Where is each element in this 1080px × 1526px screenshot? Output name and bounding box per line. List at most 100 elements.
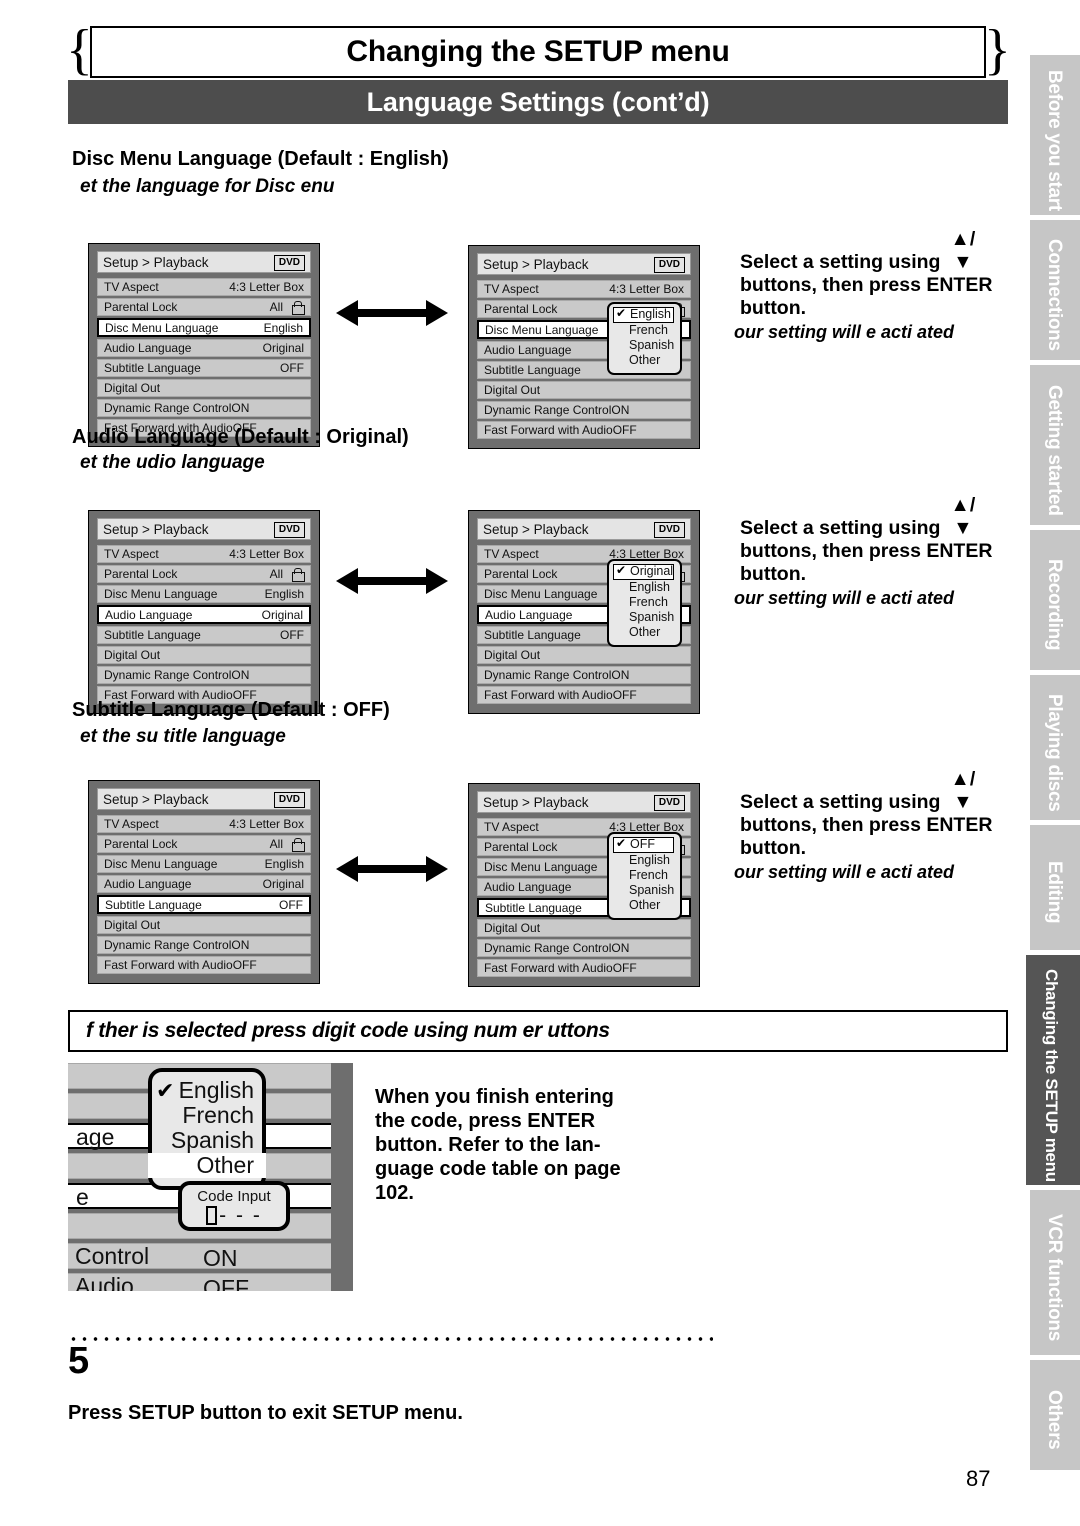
- tv-menu-row-dynamic-range-control[interactable]: Dynamic Range Control ON: [97, 399, 311, 417]
- tv-menu-row-digital-out[interactable]: Digital Out: [97, 916, 311, 934]
- row-label: Digital Out: [104, 648, 161, 662]
- code-input-cursor-box: [206, 1206, 218, 1225]
- instruction-line-2: buttons, then press ENTER button.: [740, 274, 993, 319]
- dropdown-option-spanish[interactable]: Spanish: [613, 610, 674, 625]
- tv-menu-row-subtitle-language[interactable]: Subtitle Language OFF: [97, 359, 311, 377]
- sidebar-item-getting-started[interactable]: Getting started: [1030, 365, 1080, 525]
- tv-menu-row-digital-out[interactable]: Digital Out: [97, 379, 311, 397]
- tv-menu-row-parental-lock[interactable]: Parental Lock All: [97, 835, 311, 853]
- right-brace-decoration: }: [984, 26, 1010, 78]
- sidebar-item-others[interactable]: Others: [1030, 1360, 1080, 1470]
- section-subheading-subtitle-language: et the su title language: [80, 726, 286, 747]
- dvd-badge: DVD: [653, 522, 685, 538]
- sidebar-item-changing-the-setup-menu[interactable]: Changing the SETUP menu: [1026, 955, 1080, 1185]
- tv-menu-row-tv-aspect[interactable]: TV Aspect 4:3 Letter Box: [97, 278, 311, 296]
- language-dropdown-disc[interactable]: English French Spanish Other: [607, 302, 683, 375]
- row-label: Dynamic Range Control: [104, 668, 232, 682]
- dropdown-option-spanish[interactable]: Spanish: [613, 883, 674, 898]
- language-dropdown-audio[interactable]: Original English French Spanish Other: [607, 559, 683, 647]
- tv-menu-row-fast-forward-with-audio[interactable]: Fast Forward with Audio OFF: [477, 959, 691, 977]
- instruction-text: Select a setting using: [740, 791, 941, 813]
- sidebar-item-recording[interactable]: Recording: [1030, 530, 1080, 670]
- tv-menu-row-disc-menu-language[interactable]: Disc Menu Language English: [97, 318, 311, 337]
- dropdown-option-english[interactable]: English: [613, 580, 674, 595]
- magnified-language-dropdown[interactable]: English French Spanish Other: [148, 1068, 266, 1190]
- tv-menu-row-dynamic-range-control[interactable]: Dynamic Range Control ON: [97, 936, 311, 954]
- magnified-option-other[interactable]: Other: [148, 1153, 266, 1178]
- dropdown-option-french[interactable]: French: [613, 868, 674, 883]
- tv-menu-row-fast-forward-with-audio[interactable]: Fast Forward with Audio OFF: [97, 956, 311, 974]
- dvd-badge: DVD: [273, 255, 305, 271]
- tv-menu-row-dynamic-range-control[interactable]: Dynamic Range Control ON: [97, 666, 311, 684]
- magnified-option-spanish[interactable]: Spanish: [158, 1128, 256, 1153]
- tv-menu-row-dynamic-range-control[interactable]: Dynamic Range Control ON: [477, 939, 691, 957]
- tv-menu-row-digital-out[interactable]: Digital Out: [97, 646, 311, 664]
- tv-menu-row-parental-lock[interactable]: Parental Lock All: [97, 565, 311, 583]
- row-value: ON: [611, 403, 630, 417]
- instruction-line-1: Select a setting using ▲/▼: [740, 494, 1012, 540]
- tv-menu-row-subtitle-language[interactable]: Subtitle Language OFF: [97, 626, 311, 644]
- tv-menu-row-parental-lock[interactable]: Parental Lock All: [97, 298, 311, 316]
- sidebar-item-label: Recording: [1044, 559, 1065, 651]
- row-label: Digital Out: [484, 648, 541, 662]
- dropdown-option-original[interactable]: Original: [613, 564, 675, 580]
- tv-menu-row-tv-aspect[interactable]: TV Aspect 4:3 Letter Box: [97, 545, 311, 563]
- dropdown-option-spanish[interactable]: Spanish: [613, 338, 674, 353]
- magnified-right-edge: [331, 1063, 353, 1291]
- dropdown-option-other[interactable]: Other: [613, 898, 674, 913]
- tv-menu-row-fast-forward-with-audio[interactable]: Fast Forward with Audio OFF: [477, 421, 691, 439]
- section-heading-audio-language: Audio Language (Default : Original): [72, 426, 409, 448]
- tv-menu-row-disc-menu-language[interactable]: Disc Menu Language English: [97, 855, 311, 873]
- tv-menu-row-audio-language[interactable]: Audio Language Original: [97, 875, 311, 893]
- sidebar-item-editing[interactable]: Editing: [1030, 825, 1080, 950]
- tv-menu-screen-audio-after: Setup > Playback DVD TV Aspect 4:3 Lette…: [468, 510, 700, 714]
- dropdown-option-french[interactable]: French: [613, 323, 674, 338]
- row-label: Dynamic Range Control: [104, 401, 232, 415]
- tv-menu-row-fast-forward-with-audio[interactable]: Fast Forward with Audio OFF: [477, 686, 691, 704]
- tv-menu-row-audio-language[interactable]: Audio Language Original: [97, 339, 311, 357]
- dropdown-option-french[interactable]: French: [613, 595, 674, 610]
- dropdown-option-off[interactable]: OFF: [613, 837, 675, 853]
- sidebar-item-playing-discs[interactable]: Playing discs: [1030, 675, 1080, 820]
- row-label: Parental Lock: [104, 837, 178, 851]
- row-label: Disc Menu Language: [105, 320, 219, 335]
- tv-menu-breadcrumb: Setup > Playback: [483, 521, 589, 537]
- tv-menu-row-disc-menu-language[interactable]: Disc Menu Language English: [97, 585, 311, 603]
- tv-menu-row-tv-aspect[interactable]: TV Aspect 4:3 Letter Box: [97, 815, 311, 833]
- sidebar-item-vcr-functions[interactable]: VCR functions: [1030, 1190, 1080, 1355]
- dropdown-option-english[interactable]: English: [613, 853, 674, 868]
- magnified-option-english[interactable]: English: [156, 1078, 256, 1104]
- magnified-value-on: ON: [203, 1245, 238, 1271]
- tv-menu-row-dynamic-range-control[interactable]: Dynamic Range Control ON: [477, 666, 691, 684]
- tv-menu-row-dynamic-range-control[interactable]: Dynamic Range Control ON: [477, 401, 691, 419]
- tv-menu-row-audio-language[interactable]: Audio Language Original: [97, 605, 311, 624]
- sidebar-item-before-you-start[interactable]: Before you start: [1030, 55, 1080, 215]
- row-value: All: [269, 300, 283, 314]
- dropdown-option-english[interactable]: English: [613, 307, 675, 323]
- language-dropdown-subtitle[interactable]: OFF English French Spanish Other: [607, 832, 683, 920]
- tv-menu-title-bar: Setup > Playback DVD: [477, 791, 691, 813]
- row-label: Parental Lock: [104, 567, 178, 581]
- tv-menu-row-digital-out[interactable]: Digital Out: [477, 381, 691, 399]
- tv-menu-title-bar: Setup > Playback DVD: [477, 518, 691, 540]
- row-label: Subtitle Language: [105, 897, 202, 912]
- code-input-popup[interactable]: Code Input - - -: [178, 1181, 290, 1231]
- sidebar-item-label: Changing the SETUP menu: [1042, 968, 1061, 1182]
- magnified-option-french[interactable]: French: [158, 1103, 256, 1128]
- section-subheading-disc-menu-language: et the language for Disc enu: [80, 176, 335, 197]
- row-label: Subtitle Language: [104, 628, 201, 642]
- tv-menu-row-digital-out[interactable]: Digital Out: [477, 919, 691, 937]
- tv-menu-row-tv-aspect[interactable]: TV Aspect 4:3 Letter Box: [477, 280, 691, 298]
- tv-menu-row-subtitle-language[interactable]: Subtitle Language OFF: [97, 895, 311, 914]
- chapter-sidebar: Before you start Connections Getting sta…: [1022, 55, 1080, 1470]
- tv-menu-breadcrumb: Setup > Playback: [103, 521, 209, 537]
- sidebar-item-connections[interactable]: Connections: [1030, 220, 1080, 360]
- sidebar-item-label: VCR functions: [1044, 1214, 1065, 1341]
- tv-menu-row-digital-out[interactable]: Digital Out: [477, 646, 691, 664]
- dvd-badge: DVD: [273, 792, 305, 808]
- dropdown-option-other[interactable]: Other: [613, 353, 674, 368]
- row-label: Digital Out: [104, 381, 161, 395]
- dropdown-option-other[interactable]: Other: [613, 625, 674, 640]
- code-input-value[interactable]: - - -: [182, 1204, 286, 1228]
- lock-icon: [291, 567, 305, 582]
